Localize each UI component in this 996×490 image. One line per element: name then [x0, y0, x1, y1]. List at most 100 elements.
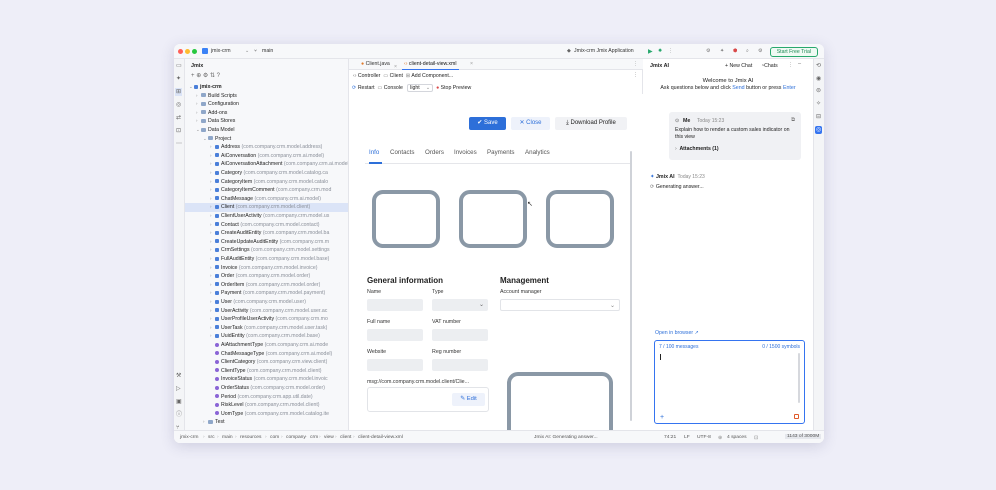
tree-item[interactable]: › Invoice (com.company.crm.model.invoice) [185, 264, 348, 273]
tree-item[interactable]: › ChatMessage (com.company.crm.ai.model) [185, 195, 348, 204]
console-button[interactable]: Console [384, 85, 403, 91]
more-icon[interactable]: ⋮ [633, 72, 638, 78]
help-icon[interactable]: ? [217, 73, 220, 79]
terminal-icon[interactable]: ▣ [176, 399, 182, 405]
tree-item[interactable]: › FullAuditEntity (com.company.crm.model.… [185, 255, 348, 264]
tree-item[interactable]: › Contact (com.company.crm.model.contact) [185, 221, 348, 230]
add-icon[interactable]: + [191, 73, 195, 79]
tree-item[interactable]: AiAttachmentType (com.company.crm.ai.mod… [185, 341, 348, 350]
tree-item[interactable]: › UuidEntity (com.company.crm.model.base) [185, 332, 348, 341]
tree-item[interactable]: › AiConversationAttachment (com.company.c… [185, 160, 348, 169]
tree-item[interactable]: › Address (com.company.crm.model.address) [185, 143, 348, 152]
close-tab-icon[interactable]: × [470, 61, 473, 67]
problems-icon[interactable]: ⓘ [176, 412, 182, 418]
preview-scrollbar[interactable] [630, 151, 632, 421]
close-window-button[interactable] [178, 49, 183, 54]
tree-item[interactable]: › Category (com.company.crm.model.catalog… [185, 169, 348, 178]
more-icon[interactable]: ⋮ [668, 48, 673, 54]
tree-item[interactable]: › Data Stores [185, 117, 348, 126]
download-profile-button[interactable]: ⤓ Download Profile [555, 117, 627, 130]
tree-item[interactable]: UomType (com.company.crm.model.catalog.i… [185, 410, 348, 419]
indent-setting[interactable]: 4 spaces [727, 435, 747, 440]
tree-item[interactable]: › Build Scripts [185, 92, 348, 101]
maximize-window-button[interactable] [192, 49, 197, 54]
tree-item[interactable]: › Client (com.company.crm.model.client) [185, 203, 348, 212]
tree-item[interactable]: › CrmSettings (com.company.crm.model.sett… [185, 246, 348, 255]
tree-item[interactable]: InvoiceStatus (com.company.crm.model.inv… [185, 375, 348, 384]
tab-client-detail-view[interactable]: ‹› client-detail-view.xml [402, 61, 458, 70]
tab-info[interactable]: Info [369, 149, 379, 156]
attach-icon[interactable]: + [660, 414, 664, 421]
copy-icon[interactable]: ⧉ [791, 117, 795, 124]
edit-button[interactable]: ✎ Edit [452, 393, 485, 406]
tree-item[interactable]: › Order (com.company.crm.model.order) [185, 272, 348, 281]
hammer-icon[interactable]: ⚒ [176, 373, 181, 379]
tab-analytics[interactable]: Analytics [525, 149, 550, 156]
tree-item[interactable]: › Add-ons [185, 109, 348, 118]
run-config-selector[interactable]: Jmix-crm Jmix Application [574, 48, 634, 54]
open-in-browser-link[interactable]: Open in browser ↗ [655, 330, 699, 336]
tree-item[interactable]: ⌄ Data Model [185, 126, 348, 135]
tab-invoices[interactable]: Invoices [454, 149, 477, 156]
tree-item[interactable]: › OrderItem (com.company.crm.model.order) [185, 281, 348, 290]
gradle-icon[interactable]: ⊜ [816, 88, 821, 94]
tree-item[interactable]: › CategoryItemComment (com.company.crm.mo… [185, 186, 348, 195]
tree-item[interactable]: › CreateAuditEntity (com.company.crm.mode… [185, 229, 348, 238]
settings-icon[interactable]: ⚙ [758, 48, 763, 54]
full-name-field[interactable] [367, 329, 423, 341]
close-tab-icon[interactable]: × [394, 64, 397, 70]
tree-item[interactable]: ClientType (com.company.crm.model.client… [185, 367, 348, 376]
controller-button[interactable]: Controller [358, 73, 381, 79]
maven-icon[interactable]: ⊟ [816, 114, 821, 120]
jmix-icon[interactable]: ✦ [176, 76, 181, 82]
stop-icon[interactable] [794, 414, 799, 419]
debug-icon[interactable]: ✹ [658, 48, 662, 54]
chats-button[interactable]: ◔Chats [761, 63, 778, 69]
tab-orders[interactable]: Orders [425, 149, 444, 156]
breadcrumb-item[interactable]: client [340, 435, 351, 440]
name-field[interactable] [367, 299, 423, 311]
breadcrumb-item[interactable]: main [222, 435, 233, 440]
tree-item[interactable]: › CategoryItem (com.company.crm.model.cat… [185, 178, 348, 187]
settings-icon[interactable]: ⚙ [203, 73, 208, 79]
new-chat-button[interactable]: + New Chat [725, 63, 752, 69]
lock-icon[interactable]: ⊕ [718, 435, 722, 441]
tree-item[interactable]: › UserProfileUserActivity (com.company.cr… [185, 315, 348, 324]
start-free-trial-button[interactable]: Start Free Trial [769, 46, 818, 57]
more-tools-icon[interactable]: ⋯ [176, 141, 182, 147]
pull-request-icon[interactable]: ⇄ [176, 115, 181, 121]
more-icon[interactable]: ⋮ [788, 62, 793, 68]
ai-assistant-icon[interactable]: ✧ [816, 101, 821, 107]
line-separator[interactable]: LF [684, 435, 690, 440]
background-task[interactable]: Jmix AI: Generating answer... [534, 435, 598, 440]
jmix-icon[interactable]: ✦ [720, 48, 724, 54]
account-manager-select[interactable]: ⌄ [500, 299, 620, 311]
search-icon[interactable]: ⌕ [746, 48, 749, 55]
breadcrumb-item[interactable]: com [270, 435, 279, 440]
tree-item[interactable]: › UserActivity (com.company.crm.model.use… [185, 307, 348, 316]
tree-item[interactable]: Period (com.company.crm.app.util.date) [185, 393, 348, 402]
minimize-icon[interactable]: – [798, 61, 801, 68]
collapse-icon[interactable]: ⇅ [210, 73, 215, 79]
entity-button[interactable]: Client [390, 73, 403, 79]
breadcrumb-item[interactable]: resources [240, 435, 261, 440]
tab-payments[interactable]: Payments [487, 149, 515, 156]
breadcrumb-item[interactable]: client-detail-view.xml [358, 435, 403, 440]
breadcrumb-item[interactable]: company [286, 435, 306, 440]
tree-item[interactable]: ⌄ Project [185, 135, 348, 144]
tree-item[interactable]: › CreateUpdateAuditEntity (com.company.cr… [185, 238, 348, 247]
branch-selector[interactable]: main [262, 48, 273, 54]
type-select[interactable]: ⌄ [432, 299, 488, 311]
breadcrumb-item[interactable]: src [208, 435, 215, 440]
comment-field[interactable]: ✎ Edit [367, 387, 489, 412]
bookmark-icon[interactable]: ⊡ [176, 128, 181, 134]
input-scrollbar[interactable] [798, 353, 800, 403]
build-icon[interactable]: ⚙ [706, 48, 711, 54]
commit-icon[interactable]: ◎ [176, 102, 181, 108]
add-component-button[interactable]: Add Component... [411, 73, 453, 79]
tree-item[interactable]: ClientCategory (com.company.crm.view.cli… [185, 358, 348, 367]
run-tool-icon[interactable]: ▷ [176, 386, 181, 392]
file-encoding[interactable]: UTF-8 [697, 435, 711, 440]
tree-item[interactable]: › Configuration [185, 100, 348, 109]
reg-field[interactable] [432, 359, 488, 371]
